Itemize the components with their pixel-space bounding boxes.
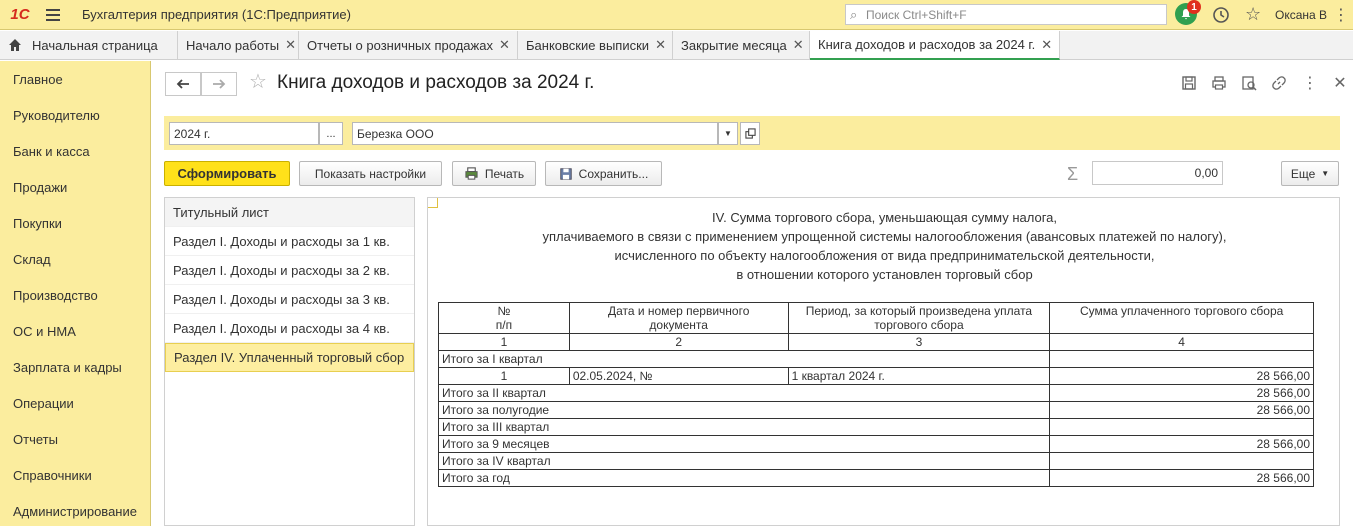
table-row: Итого за 9 месяцев 28 566,00 <box>437 435 1314 453</box>
user-name[interactable]: Оксана В <box>1275 8 1327 22</box>
table-row: Итого за полугодие 28 566,00 <box>437 401 1314 419</box>
sidebar-item-purchases[interactable]: Покупки <box>0 205 150 241</box>
sidebar-item-operations[interactable]: Операции <box>0 385 150 421</box>
more-vertical-icon[interactable]: ⋮ <box>1333 5 1349 25</box>
report-sheet[interactable]: IV. Сумма торгового сбора, уменьшающая с… <box>427 197 1340 526</box>
print-button[interactable]: Печать <box>452 161 536 186</box>
save-disk-icon <box>559 167 572 180</box>
table-row: Итого за II квартал 28 566,00 <box>437 384 1314 402</box>
print-icon[interactable] <box>1209 73 1229 93</box>
tab-home[interactable]: Начальная страница <box>0 31 178 59</box>
table-row: Итого за IV квартал <box>437 452 1314 470</box>
more-vertical-icon[interactable]: ⋮ <box>1300 73 1320 93</box>
app-title: Бухгалтерия предприятия (1С:Предприятие) <box>82 7 351 22</box>
save-disk-icon[interactable] <box>1179 73 1199 93</box>
sidebar-item-admin[interactable]: Администрирование <box>0 493 150 526</box>
sum-sigma-icon: Σ <box>1067 164 1079 184</box>
sections-list: Титульный лист Раздел I. Доходы и расход… <box>164 197 415 526</box>
table-header-row: № п/п Дата и номер первичного документа … <box>438 302 1314 334</box>
section-item-title-page[interactable]: Титульный лист <box>165 198 414 227</box>
sidebar-item-catalogs[interactable]: Справочники <box>0 457 150 493</box>
open-window-icon <box>744 128 756 139</box>
close-icon[interactable]: ✕ <box>285 37 296 53</box>
sidebar-item-sales[interactable]: Продажи <box>0 169 150 205</box>
chevron-down-icon[interactable]: ▼ <box>718 122 738 145</box>
save-button[interactable]: Сохранить... <box>545 161 662 186</box>
link-icon[interactable] <box>1269 73 1289 93</box>
section-item-q3[interactable]: Раздел I. Доходы и расходы за 3 кв. <box>165 285 414 314</box>
preview-icon[interactable] <box>1239 73 1259 93</box>
main-menu-icon[interactable] <box>46 8 68 21</box>
period-select-button[interactable]: ... <box>319 122 343 145</box>
section-item-trade-fee[interactable]: Раздел IV. Уплаченный торговый сбор <box>165 343 414 372</box>
back-button[interactable] <box>165 72 201 96</box>
report-title: IV. Сумма торгового сбора, уменьшающая с… <box>542 210 1227 282</box>
forward-arrow-icon <box>213 79 226 89</box>
table-row: Итого за I квартал <box>437 350 1314 368</box>
more-button[interactable]: Еще ▼ <box>1281 161 1339 186</box>
section-item-q2[interactable]: Раздел I. Доходы и расходы за 2 кв. <box>165 256 414 285</box>
table-row: Итого за год 28 566,00 <box>437 469 1314 487</box>
header-num: № п/п <box>438 302 570 334</box>
close-icon[interactable]: ✕ <box>1041 37 1052 53</box>
close-icon[interactable]: ✕ <box>793 37 804 53</box>
header-doc: Дата и номер первичного документа <box>568 302 789 334</box>
show-settings-button[interactable]: Показать настройки <box>299 161 442 186</box>
history-icon[interactable] <box>1212 6 1230 24</box>
sidebar-item-production[interactable]: Производство <box>0 277 150 313</box>
sidebar-item-warehouse[interactable]: Склад <box>0 241 150 277</box>
sidebar-item-bank[interactable]: Банк и касса <box>0 133 150 169</box>
printer-icon <box>465 167 478 180</box>
tab-income-book[interactable]: Книга доходов и расходов за 2024 г. ✕ <box>810 31 1060 60</box>
page-title: Книга доходов и расходов за 2024 г. <box>277 72 595 93</box>
sidebar-item-reports[interactable]: Отчеты <box>0 421 150 457</box>
tab-retail-reports[interactable]: Отчеты о розничных продажах ✕ <box>299 31 518 59</box>
search-input[interactable] <box>866 7 1166 22</box>
header-sum: Сумма уплаченного торгового сбора <box>1049 302 1314 334</box>
home-icon <box>9 39 21 51</box>
search-icon: ⌕ <box>850 6 858 22</box>
tab-month-closing[interactable]: Закрытие месяца ✕ <box>673 31 810 59</box>
tab-bar: Начальная страница Начало работы ✕ Отчеты… <box>0 31 1353 60</box>
sidebar-item-salary[interactable]: Зарплата и кадры <box>0 349 150 385</box>
main-area: ☆ Книга доходов и расходов за 2024 г. ⋮ … <box>152 61 1353 526</box>
generate-button[interactable]: Сформировать <box>164 161 290 186</box>
notification-badge: 1 <box>1187 0 1201 14</box>
table-row: 1 02.05.2024, № 1 квартал 2024 г. 28 566… <box>438 367 1314 385</box>
section-item-q1[interactable]: Раздел I. Доходы и расходы за 1 кв. <box>165 227 414 256</box>
period-field[interactable]: 2024 г. <box>169 122 319 145</box>
favorite-star-icon[interactable]: ☆ <box>249 71 267 93</box>
open-organization-button[interactable] <box>740 122 760 145</box>
app-logo: 1С <box>10 6 30 23</box>
tab-bank-statements[interactable]: Банковские выписки ✕ <box>518 31 673 59</box>
search-box[interactable]: ⌕ <box>845 4 1167 25</box>
favorites-star-icon[interactable]: ☆ <box>1245 5 1261 23</box>
table-column-numbers-row: 1 2 3 4 <box>438 333 1314 351</box>
chevron-down-icon: ▼ <box>1321 169 1330 178</box>
sum-field: 0,00 <box>1092 161 1223 185</box>
close-icon[interactable]: ✕ <box>499 37 510 53</box>
cell-corner-marker <box>428 198 438 208</box>
sidebar-item-main[interactable]: Главное <box>0 61 150 97</box>
sidebar-item-assets[interactable]: ОС и НМА <box>0 313 150 349</box>
sidebar-item-manager[interactable]: Руководителю <box>0 97 150 133</box>
forward-button[interactable] <box>201 72 237 96</box>
section-item-q4[interactable]: Раздел I. Доходы и расходы за 4 кв. <box>165 314 414 343</box>
back-arrow-icon <box>176 79 189 89</box>
header-period: Период, за который произведена уплата то… <box>787 302 1051 334</box>
table-row: Итого за III квартал <box>437 418 1314 436</box>
close-icon[interactable]: ✕ <box>1330 73 1350 93</box>
tab-start-work[interactable]: Начало работы ✕ <box>178 31 299 59</box>
organization-field[interactable]: Березка ООО <box>352 122 718 145</box>
close-icon[interactable]: ✕ <box>655 37 666 53</box>
report-table: № п/п Дата и номер первичного документа … <box>437 302 1314 487</box>
sidebar: Главное Руководителю Банк и касса Продаж… <box>0 61 151 526</box>
